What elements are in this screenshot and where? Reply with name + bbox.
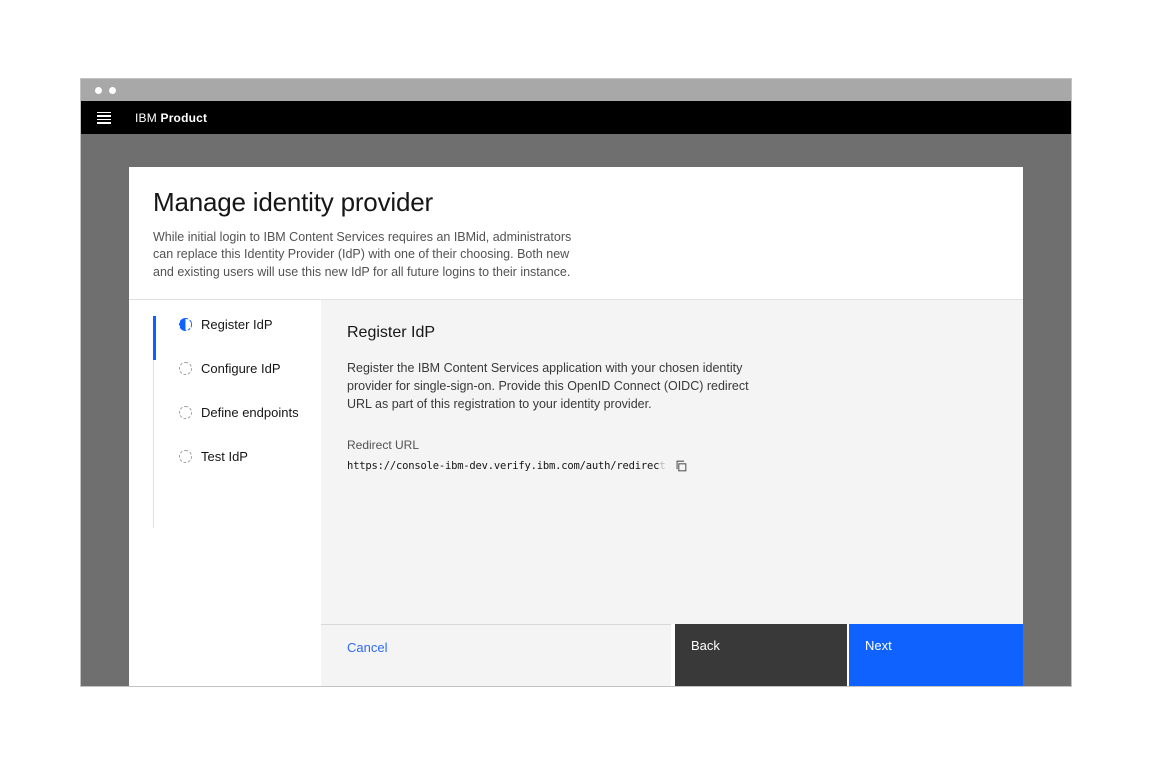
step-incomplete-icon xyxy=(179,406,192,419)
step-label: Define endpoints xyxy=(201,405,299,421)
step-content-column: Register IdP Register the IBM Content Se… xyxy=(321,300,1023,686)
cancel-button[interactable]: Cancel xyxy=(347,640,387,655)
step-label: Test IdP xyxy=(201,449,248,465)
redirect-url-truncated: t xyxy=(659,460,665,472)
page-description: While initial login to IBM Content Servi… xyxy=(153,229,577,281)
window-control-dot[interactable] xyxy=(95,87,102,94)
page: IBM Product Manage identity provider Whi… xyxy=(0,0,1152,767)
progress-rail-tail xyxy=(153,492,321,528)
brand: IBM Product xyxy=(135,111,207,125)
brand-name: Product xyxy=(160,111,207,125)
progress-steps: Register IdP Configure IdP Define endpoi… xyxy=(129,300,321,686)
step-label: Register IdP xyxy=(201,317,273,333)
step-content: Register IdP Register the IBM Content Se… xyxy=(321,300,1023,624)
step-test-idp[interactable]: Test IdP xyxy=(153,448,321,492)
step-body-text: Register the IBM Content Services applic… xyxy=(347,359,749,413)
copy-icon[interactable] xyxy=(673,458,689,474)
wizard-footer: Cancel Back Next xyxy=(321,624,1023,686)
redirect-url-main: https://console-ibm-dev.verify.ibm.com/a… xyxy=(347,460,659,472)
app-header: IBM Product xyxy=(81,101,1071,134)
step-incomplete-icon xyxy=(179,362,192,375)
redirect-url-value: https://console-ibm-dev.verify.ibm.com/a… xyxy=(347,460,665,472)
window-titlebar xyxy=(81,79,1071,101)
step-incomplete-icon xyxy=(179,450,192,463)
footer-cancel-area: Cancel xyxy=(321,624,671,686)
app-window: IBM Product Manage identity provider Whi… xyxy=(80,78,1072,687)
redirect-url-label: Redirect URL xyxy=(347,438,997,452)
step-label: Configure IdP xyxy=(201,361,281,377)
step-register-idp[interactable]: Register IdP xyxy=(153,316,321,360)
brand-prefix: IBM xyxy=(135,111,157,125)
step-heading: Register IdP xyxy=(347,324,997,342)
back-button[interactable]: Back xyxy=(675,624,847,686)
window-control-dot[interactable] xyxy=(109,87,116,94)
page-title: Manage identity provider xyxy=(153,187,999,218)
panel-lower: Register IdP Configure IdP Define endpoi… xyxy=(129,300,1023,686)
redirect-url-row: https://console-ibm-dev.verify.ibm.com/a… xyxy=(347,458,997,474)
step-configure-idp[interactable]: Configure IdP xyxy=(153,360,321,404)
window-body: Manage identity provider While initial l… xyxy=(81,134,1071,686)
next-button[interactable]: Next xyxy=(849,624,1023,686)
panel-header: Manage identity provider While initial l… xyxy=(129,167,1023,300)
hamburger-menu-icon[interactable] xyxy=(97,112,111,124)
step-current-icon xyxy=(179,318,192,331)
step-define-endpoints[interactable]: Define endpoints xyxy=(153,404,321,448)
manage-idp-panel: Manage identity provider While initial l… xyxy=(129,167,1023,686)
